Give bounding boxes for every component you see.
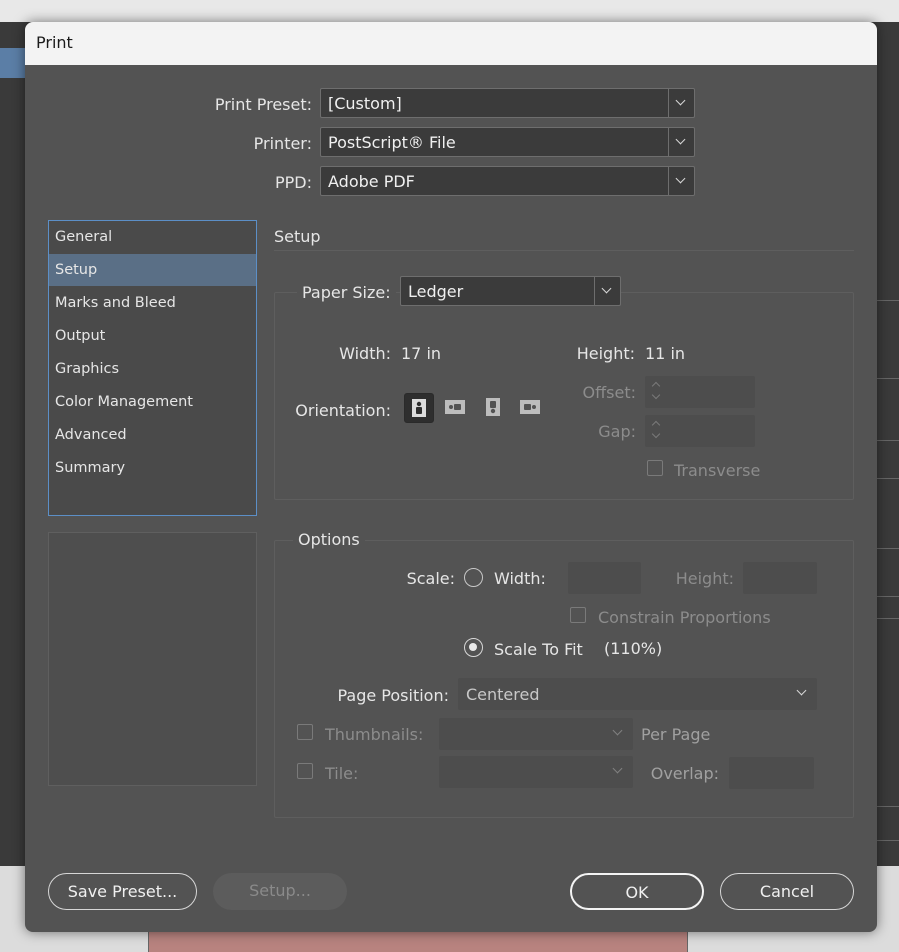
chevron-down-icon [675, 95, 686, 106]
constrain-proportions-label: Constrain Proportions [598, 608, 771, 627]
scale-to-fit-label: Scale To Fit [494, 640, 583, 659]
tile-dropdown[interactable] [439, 756, 633, 788]
paper-width-label: Width: [339, 344, 391, 363]
options-section-title: Options [293, 530, 365, 549]
gap-label: Gap: [598, 422, 636, 441]
constrain-proportions-checkbox[interactable] [570, 607, 586, 623]
section-divider [274, 250, 854, 251]
setup-section-title: Setup [274, 227, 321, 246]
scale-width-label: Width: [494, 569, 546, 588]
scale-height-label: Height: [675, 569, 734, 588]
chevron-up-icon [651, 381, 661, 391]
title-bar: Print [25, 22, 877, 65]
ppd-value: Adobe PDF [328, 172, 415, 191]
chevron-down-icon [612, 725, 623, 736]
tile-checkbox[interactable] [297, 763, 313, 779]
overlap-input[interactable] [729, 757, 814, 789]
ppd-label: PPD: [274, 173, 312, 192]
printer-value: PostScript® File [328, 133, 456, 152]
reverse-landscape-icon [520, 400, 540, 414]
ok-button[interactable]: OK [570, 873, 704, 910]
orientation-landscape-button[interactable] [441, 393, 471, 423]
paper-width-value: 17 in [401, 344, 442, 363]
overlap-label: Overlap: [650, 764, 719, 783]
portrait-icon [412, 399, 426, 417]
printer-chevron-button[interactable] [668, 128, 694, 156]
chevron-down-icon [601, 283, 612, 294]
reverse-portrait-icon [486, 398, 500, 416]
print-preset-value: [Custom] [328, 94, 402, 113]
orientation-reverse-portrait-button[interactable] [479, 393, 509, 423]
sidebar-item-color-management[interactable]: Color Management [49, 386, 256, 418]
sidebar-item-advanced[interactable]: Advanced [49, 419, 256, 451]
app-background-page [148, 930, 688, 952]
chevron-up-icon [651, 420, 661, 430]
scale-height-input[interactable] [743, 562, 817, 594]
scale-label: Scale: [406, 569, 455, 588]
sidebar-item-general[interactable]: General [49, 221, 256, 253]
thumbnails-dropdown[interactable] [439, 718, 633, 750]
sidebar-item-output[interactable]: Output [49, 320, 256, 352]
offset-label: Offset: [582, 383, 636, 402]
gap-stepper[interactable] [647, 415, 667, 447]
app-background-top [0, 0, 899, 22]
print-preset-dropdown[interactable]: [Custom] [320, 88, 695, 118]
sidebar-item-setup[interactable]: Setup [49, 254, 256, 286]
page-position-value: Centered [466, 685, 540, 704]
tile-label: Tile: [325, 764, 359, 783]
transverse-label: Transverse [674, 461, 761, 480]
transverse-checkbox[interactable] [647, 460, 663, 476]
ppd-dropdown[interactable]: Adobe PDF [320, 166, 695, 196]
app-background-panel [877, 300, 899, 841]
dialog-title: Print [36, 33, 73, 52]
printer-dropdown[interactable]: PostScript® File [320, 127, 695, 157]
thumbnails-label: Thumbnails: [325, 725, 424, 744]
orientation-portrait-button[interactable] [404, 393, 434, 423]
thumbnails-per-page-label: Per Page [641, 725, 711, 744]
print-dialog: Print Print Preset: [Custom] Printer: Po… [25, 22, 877, 932]
scale-to-fit-radio[interactable] [464, 638, 483, 657]
thumbnails-checkbox[interactable] [297, 724, 313, 740]
chevron-down-icon [651, 390, 661, 400]
chevron-down-icon [675, 173, 686, 184]
sidebar-item-marks-and-bleed[interactable]: Marks and Bleed [49, 287, 256, 319]
ppd-chevron-button[interactable] [668, 167, 694, 195]
offset-stepper[interactable] [647, 376, 667, 408]
paper-size-dropdown[interactable]: Ledger [400, 276, 621, 306]
paper-size-value: Ledger [408, 282, 464, 301]
printer-label: Printer: [253, 134, 312, 153]
chevron-down-icon [675, 134, 686, 145]
sidebar-item-summary[interactable]: Summary [49, 452, 256, 484]
chevron-down-icon [612, 763, 623, 774]
paper-height-value: 11 in [645, 344, 686, 363]
orientation-label: Orientation: [295, 401, 391, 420]
landscape-icon [445, 400, 465, 414]
print-preset-label: Print Preset: [214, 95, 312, 114]
paper-height-label: Height: [576, 344, 635, 363]
setup-button[interactable]: Setup... [213, 873, 347, 910]
page-position-dropdown[interactable]: Centered [458, 678, 817, 710]
paper-size-chevron-button[interactable] [594, 277, 620, 305]
cancel-button[interactable]: Cancel [720, 873, 854, 910]
scale-width-radio[interactable] [464, 568, 483, 587]
scale-width-input[interactable] [568, 562, 641, 594]
preview-box [48, 532, 257, 786]
paper-size-label: Paper Size: [297, 283, 396, 302]
save-preset-button[interactable]: Save Preset... [48, 873, 197, 910]
print-preset-chevron-button[interactable] [668, 89, 694, 117]
chevron-down-icon [651, 429, 661, 439]
app-background-selection [0, 48, 25, 78]
scale-to-fit-percentage: (110%) [604, 639, 663, 658]
category-list: General Setup Marks and Bleed Output Gra… [48, 220, 257, 516]
orientation-reverse-landscape-button[interactable] [516, 393, 546, 423]
chevron-down-icon [796, 685, 807, 696]
page-position-label: Page Position: [337, 686, 449, 705]
sidebar-item-graphics[interactable]: Graphics [49, 353, 256, 385]
